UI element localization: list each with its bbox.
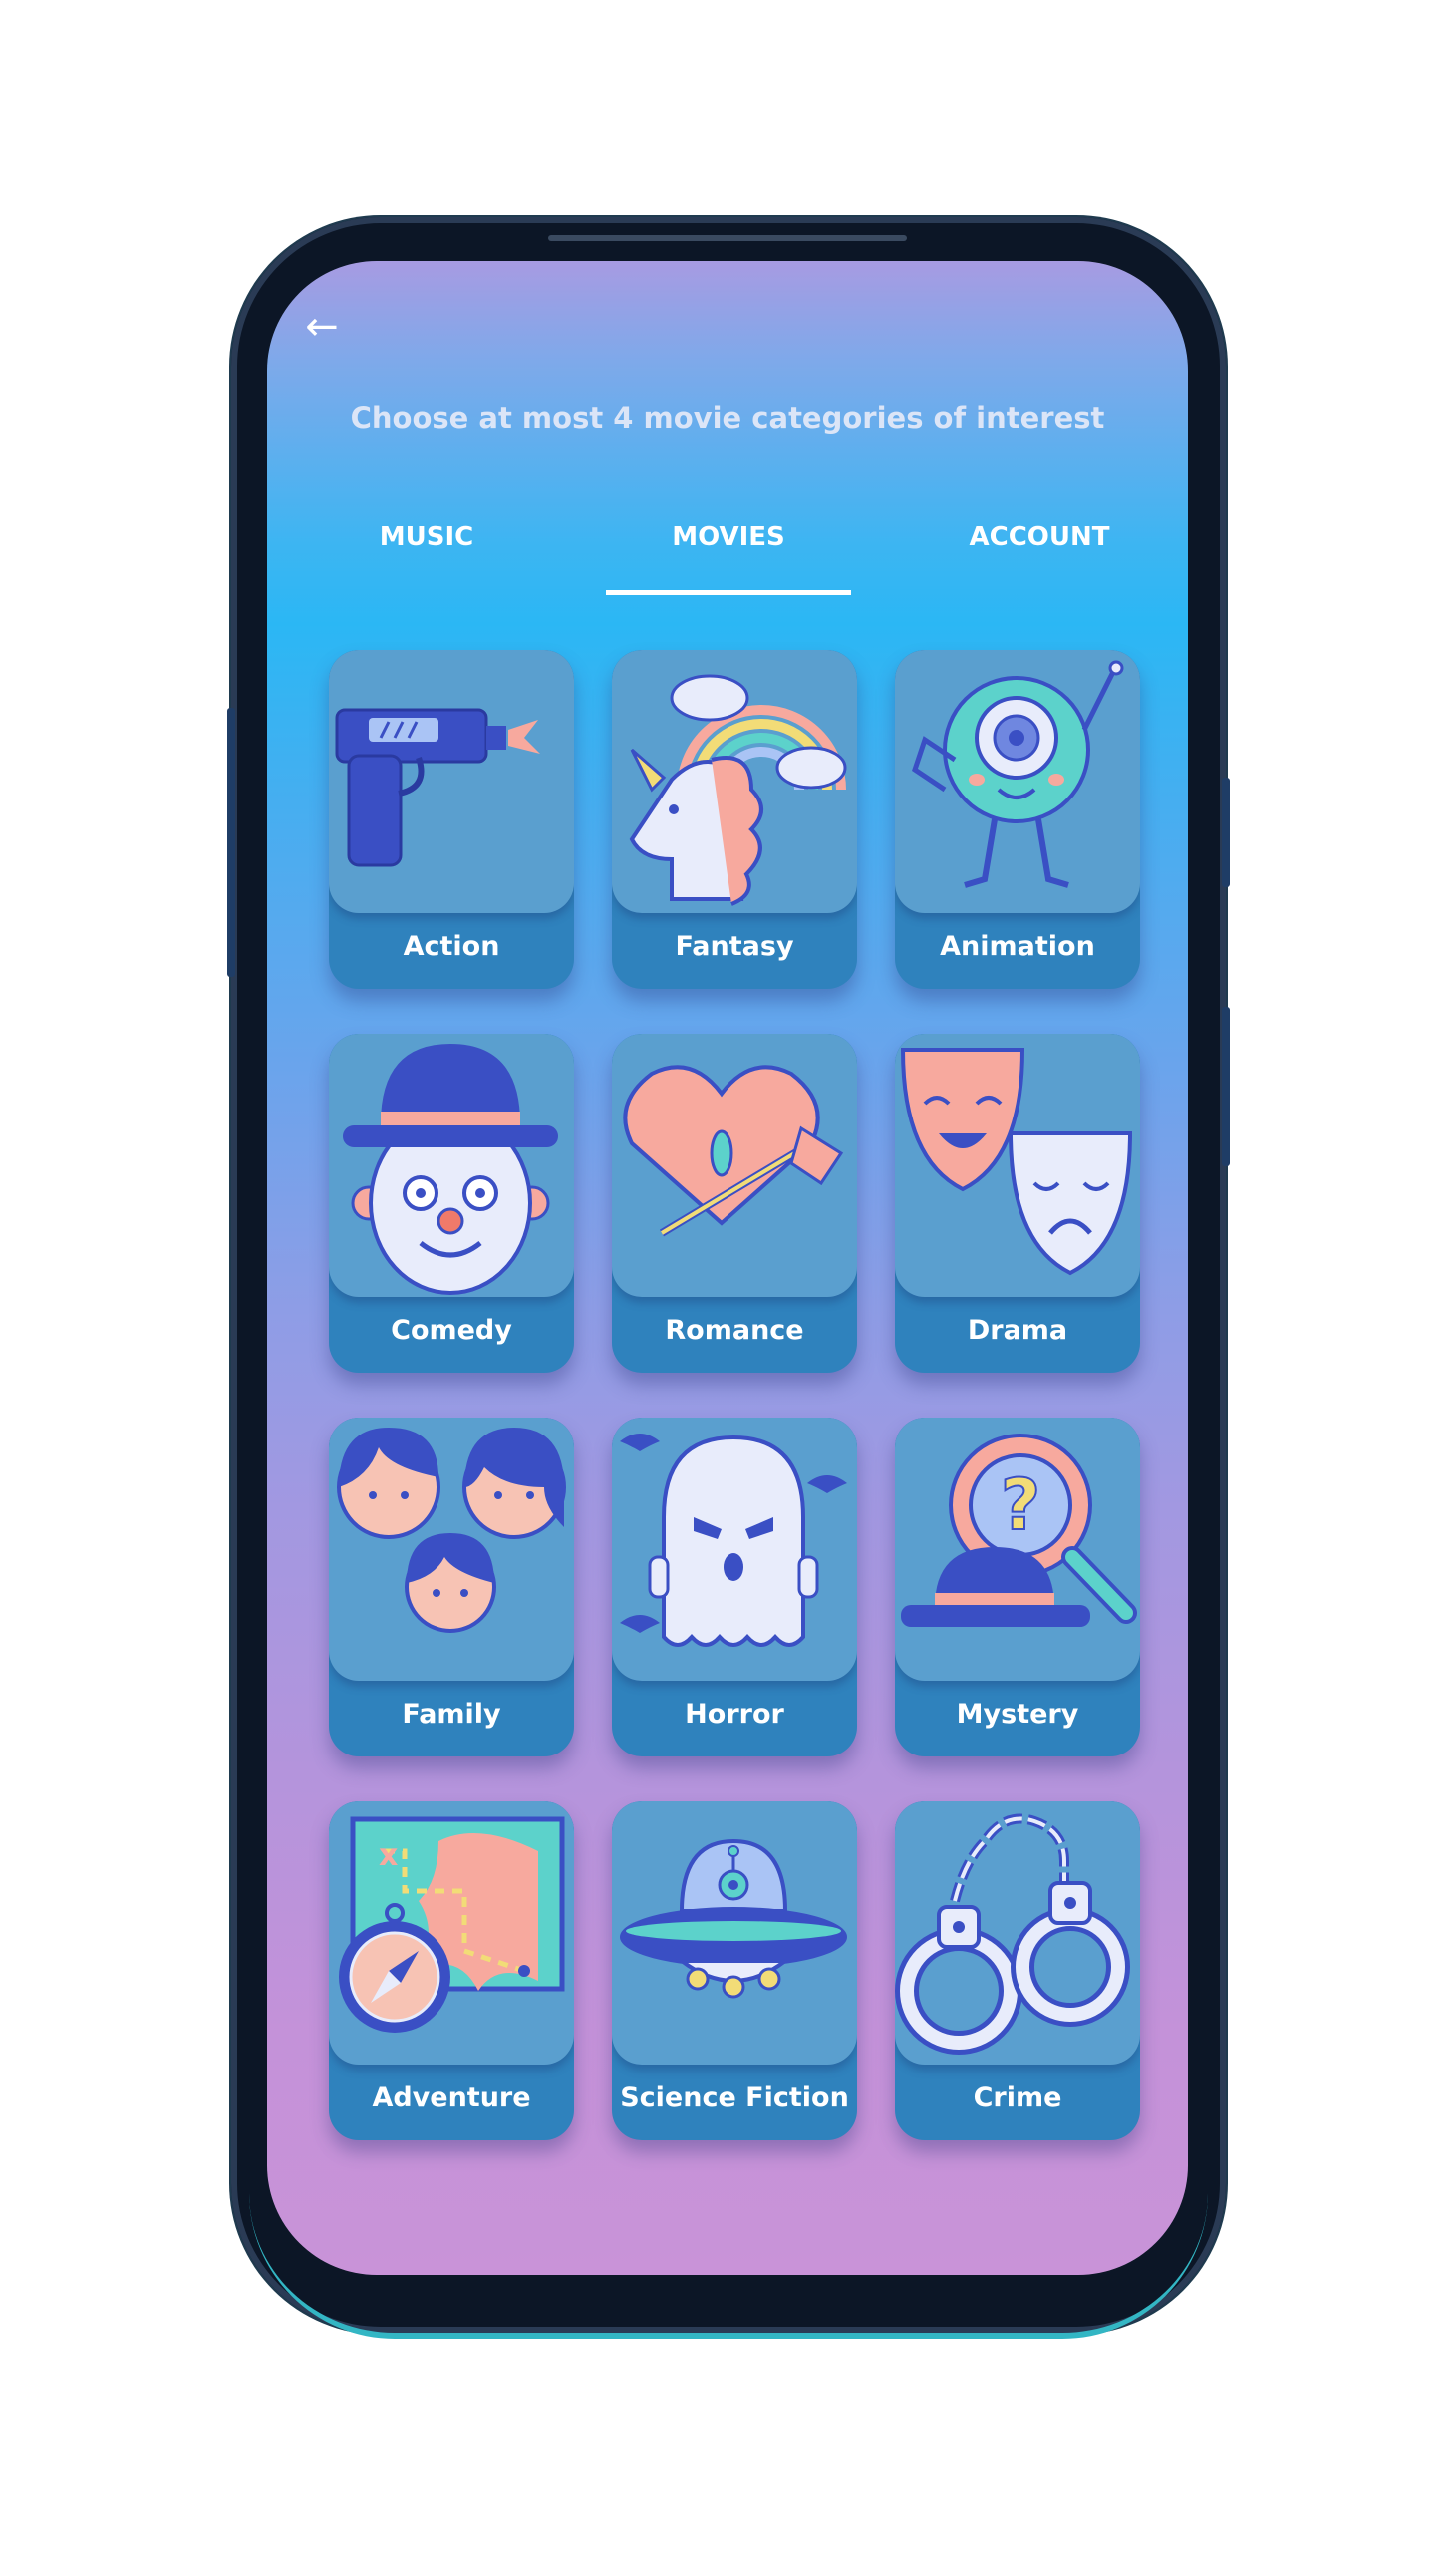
heart-arrow-icon — [623, 1065, 844, 1237]
card-label: Animation — [940, 931, 1095, 962]
app-screen: ← Choose at most 4 movie categories of i… — [267, 261, 1188, 2275]
cyclops-monster-icon — [912, 660, 1124, 888]
side-button — [1222, 1007, 1230, 1166]
power-button — [1222, 778, 1230, 887]
arrow-left-icon[interactable]: ← — [297, 305, 347, 349]
card-label: Science Fiction — [620, 2082, 849, 2113]
card-label: Fantasy — [675, 931, 794, 962]
volume-button — [227, 708, 235, 977]
category-card-science-fiction[interactable]: Science Fiction — [612, 1801, 857, 2140]
card-label: Action — [403, 931, 500, 962]
card-label: Drama — [967, 1315, 1068, 1346]
tab-movies[interactable]: MOVIES — [629, 522, 828, 552]
ufo-icon — [620, 1838, 847, 1999]
theater-masks-icon — [900, 1048, 1133, 1276]
tab-music[interactable]: MUSIC — [327, 522, 526, 552]
handcuffs-icon — [895, 1813, 1130, 2055]
category-card-horror[interactable]: Horror — [612, 1418, 857, 1756]
card-label: Mystery — [956, 1699, 1079, 1730]
card-label: Crime — [973, 2082, 1062, 2113]
category-card-mystery[interactable]: ? Mystery — [895, 1418, 1140, 1756]
category-card-romance[interactable]: Romance — [612, 1034, 857, 1373]
category-card-comedy[interactable]: Comedy — [329, 1034, 574, 1373]
category-card-drama[interactable]: Drama — [895, 1034, 1140, 1373]
family-faces-icon — [337, 1428, 566, 1633]
category-card-family[interactable]: Family — [329, 1418, 574, 1756]
map-compass-icon: x — [339, 1816, 565, 2033]
tab-account[interactable]: ACCOUNT — [940, 522, 1139, 552]
ghost-icon — [620, 1434, 847, 1647]
card-label: Comedy — [391, 1315, 512, 1346]
unicorn-rainbow-icon — [629, 674, 847, 906]
category-card-animation[interactable]: Animation — [895, 650, 1140, 989]
svg-text:x: x — [379, 1838, 398, 1873]
svg-text:?: ? — [1001, 1464, 1041, 1546]
card-label: Romance — [665, 1315, 804, 1346]
category-card-adventure[interactable]: x Adventure — [329, 1801, 574, 2140]
page-subtitle: Choose at most 4 movie categories of int… — [350, 401, 1105, 435]
active-tab-indicator — [606, 590, 851, 595]
clown-icon — [343, 1044, 558, 1295]
card-label: Horror — [685, 1699, 784, 1730]
category-card-action[interactable]: Action — [329, 650, 574, 989]
gun-icon — [335, 708, 540, 867]
card-label: Adventure — [372, 2082, 531, 2113]
category-card-crime[interactable]: Crime — [895, 1801, 1140, 2140]
magnifier-hat-icon: ? — [901, 1434, 1137, 1627]
phone-speaker — [548, 235, 907, 241]
category-card-fantasy[interactable]: Fantasy — [612, 650, 857, 989]
card-label: Family — [402, 1699, 501, 1730]
